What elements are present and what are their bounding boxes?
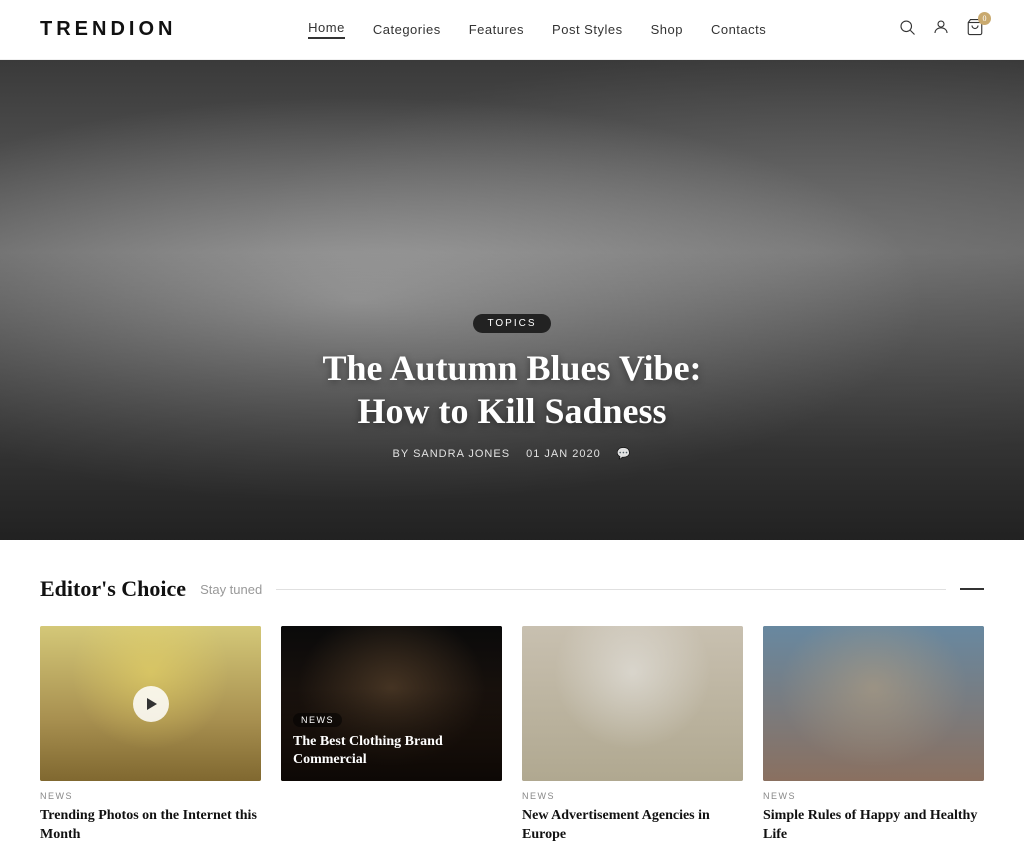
nav-categories[interactable]: Categories [373,22,441,37]
card-1-image-wrap [40,626,261,781]
hero-date: 01 JAN 2020 [526,448,601,460]
logo[interactable]: TRENDION [40,18,176,41]
nav-home[interactable]: Home [308,20,345,39]
header-icons: 0 [898,18,984,41]
nav-shop[interactable]: Shop [651,22,683,37]
hero-topic-badge[interactable]: TOPICS [473,314,550,333]
card-3-image-wrap [522,626,743,781]
editors-choice-section: Editor's Choice Stay tuned NEWS Trending… [0,540,1024,865]
card-3-image [522,626,743,781]
section-divider-dash [960,588,984,590]
card-4-category: NEWS [763,791,984,801]
card-3[interactable]: NEWS New Advertisement Agencies in Europ… [522,626,743,845]
card-1-category: NEWS [40,791,261,801]
cart-icon-wrap[interactable]: 0 [966,18,984,41]
card-1[interactable]: NEWS Trending Photos on the Internet thi… [40,626,261,845]
nav-features[interactable]: Features [469,22,524,37]
card-1-play-button[interactable] [133,686,169,722]
section-divider-line [276,589,946,590]
nav-contacts[interactable]: Contacts [711,22,766,37]
section-header: Editor's Choice Stay tuned [40,576,984,602]
card-4-image-wrap [763,626,984,781]
hero-title[interactable]: The Autumn Blues Vibe: How to Kill Sadne… [0,347,1024,433]
card-3-category: NEWS [522,791,743,801]
card-2[interactable]: NEWS The Best Clothing Brand Commercial [281,626,502,845]
hero-comment-icon: 💬 [617,448,632,460]
hero-content: TOPICS The Autumn Blues Vibe: How to Kil… [0,313,1024,460]
card-4-image [763,626,984,781]
card-1-title: Trending Photos on the Internet this Mon… [40,807,261,845]
card-2-overlay-text: NEWS The Best Clothing Brand Commercial [281,698,502,781]
hero-author: BY SANDRA JONES [393,448,511,460]
cart-badge: 0 [978,12,991,25]
cards-grid: NEWS Trending Photos on the Internet thi… [40,626,984,845]
card-4-title: Simple Rules of Happy and Healthy Life [763,807,984,845]
card-2-overlay-category: NEWS [293,713,342,727]
main-nav: Home Categories Features Post Styles Sho… [308,20,766,39]
card-2-overlay-title: The Best Clothing Brand Commercial [293,733,490,769]
hero-section[interactable]: TOPICS The Autumn Blues Vibe: How to Kil… [0,60,1024,540]
section-subtitle: Stay tuned [200,582,262,597]
user-icon[interactable] [932,18,950,41]
hero-title-line1: The Autumn Blues Vibe: [322,348,701,388]
card-3-title: New Advertisement Agencies in Europe [522,807,743,845]
search-icon[interactable] [898,18,916,41]
section-title: Editor's Choice [40,576,186,602]
hero-title-line2: How to Kill Sadness [357,391,666,431]
site-header: TRENDION Home Categories Features Post S… [0,0,1024,60]
hero-meta: BY SANDRA JONES 01 JAN 2020 💬 [0,447,1024,460]
nav-post-styles[interactable]: Post Styles [552,22,623,37]
card-2-image-wrap: NEWS The Best Clothing Brand Commercial [281,626,502,781]
card-4[interactable]: NEWS Simple Rules of Happy and Healthy L… [763,626,984,845]
